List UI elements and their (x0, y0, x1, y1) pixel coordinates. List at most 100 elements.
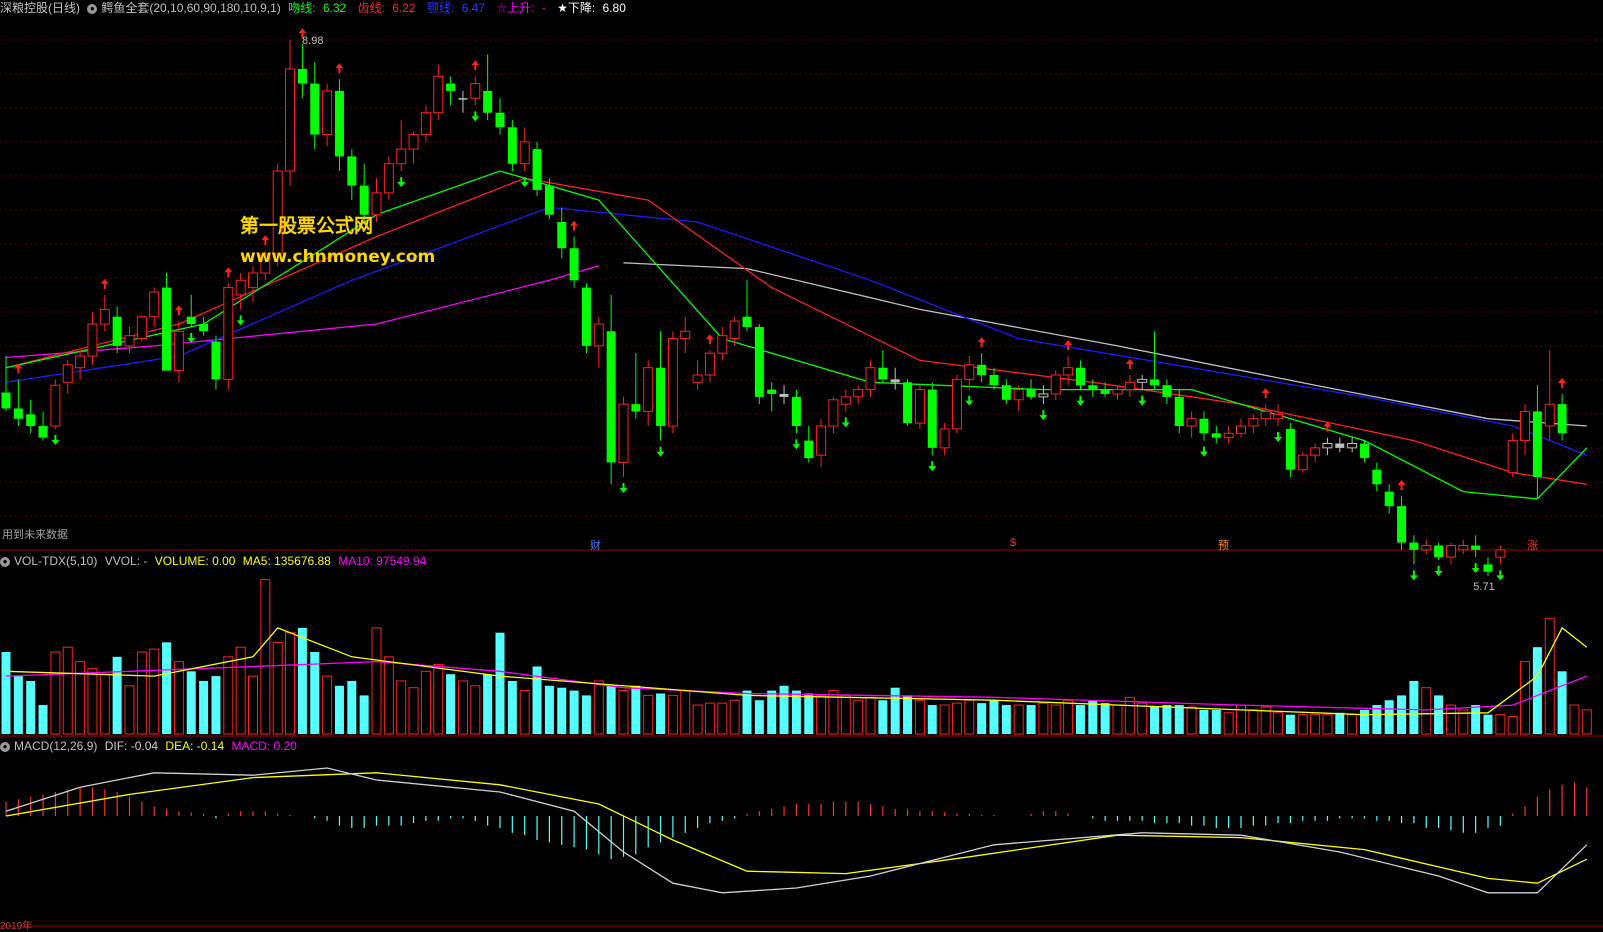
x-axis-year-label: 2019年 (0, 921, 33, 932)
macd-indicator-name[interactable]: MACD(12,26,9) (14, 739, 97, 753)
candle-body (704, 352, 715, 376)
main-chart-header: 深粮控股(日线) ● 鳄鱼全套(20,10,60,90,180,10,9,1) 吻… (0, 0, 634, 16)
up-arrow-icon (1261, 388, 1270, 399)
jaw-value: 6.47 (461, 1, 485, 15)
candle-body (964, 364, 975, 380)
candle-body (1434, 545, 1444, 558)
candle-body (446, 83, 456, 91)
candle-body (495, 112, 505, 128)
down-arrow-icon (619, 483, 628, 493)
candle-body (347, 156, 357, 186)
marker-rise[interactable]: 涨 (1527, 537, 1538, 553)
down-arrow-icon (965, 395, 974, 406)
volume-bar (865, 696, 876, 735)
volume-bar (1186, 706, 1197, 735)
candle-body (680, 330, 691, 340)
volume-bar (1211, 709, 1221, 734)
candle-body (1013, 389, 1024, 401)
volume-bar (977, 703, 987, 734)
volume-bar (371, 627, 382, 735)
teeth-label: 齿线: (357, 1, 385, 15)
candle-body (199, 324, 209, 332)
macd-toggle-icon[interactable]: ● (0, 741, 10, 752)
marker-forecast[interactable]: 预 (1218, 537, 1229, 553)
volume-bar (334, 685, 344, 734)
candle-body (939, 428, 950, 449)
indicator-name[interactable]: 鳄鱼全套(20,10,60,90,180,10,9,1) (101, 1, 280, 15)
volume-bar (1310, 714, 1321, 735)
candle-body (1273, 413, 1284, 420)
volume-bar (1507, 716, 1518, 735)
candle-body (1532, 411, 1542, 477)
candle-body (173, 330, 184, 372)
candle-body (1458, 544, 1469, 551)
candle-body (1038, 393, 1049, 398)
candle-body (334, 90, 344, 157)
candle-body (717, 335, 728, 354)
volume-bar (1013, 704, 1024, 735)
volume-bar (890, 687, 900, 734)
candle-body (223, 287, 234, 380)
marker-finance[interactable]: 财 (590, 537, 601, 553)
rise-label: ☆上升: (496, 1, 535, 15)
down-arrow-icon (656, 446, 665, 457)
candle-body (1162, 385, 1172, 397)
candle-body (1445, 544, 1456, 558)
candle-body (903, 382, 913, 424)
candle-body (1260, 410, 1271, 420)
volume-bar (211, 676, 221, 734)
volume-bar (1174, 705, 1184, 734)
candle-body (1248, 418, 1259, 427)
candle-body (631, 404, 641, 412)
volume-bar (914, 699, 925, 735)
volume-bar (186, 671, 196, 734)
volume-bar (519, 690, 530, 735)
candle-body (544, 185, 554, 215)
marker-dollar[interactable]: $ (1010, 537, 1016, 549)
candle-body (1026, 389, 1036, 397)
volume-bar (643, 694, 654, 735)
candle-body (791, 396, 801, 426)
chart-stage: 8.98 5.71 (0, 28, 1603, 927)
high-price-label: 8.98 (302, 35, 323, 47)
volume-bar (557, 687, 567, 734)
volume-bar (483, 674, 493, 734)
candle-body (310, 83, 320, 135)
down-arrow-icon (1434, 566, 1443, 577)
candle-body (951, 378, 962, 430)
down-arrow-icon (792, 439, 801, 450)
volume-bar (322, 675, 333, 735)
volume-toggle-icon[interactable]: ● (0, 556, 10, 567)
volume-bar (433, 664, 444, 735)
volume-bar (1409, 680, 1419, 734)
volume-bar (124, 685, 135, 735)
candle-body (1310, 447, 1321, 456)
candle-body (470, 83, 481, 99)
down-arrow-icon (841, 417, 850, 428)
up-arrow-icon (100, 278, 109, 289)
volume-bar (347, 680, 357, 734)
candle-body (742, 316, 752, 327)
candle-body (136, 316, 147, 340)
volume-indicator-name[interactable]: VOL-TDX(5,10) (14, 554, 97, 568)
candle-body (235, 279, 246, 296)
up-arrow-icon (570, 220, 579, 231)
candle-body (1050, 374, 1061, 395)
up-arrow-icon (1125, 359, 1134, 369)
volume-bar (544, 685, 554, 734)
candle-body (50, 384, 61, 427)
volume-bar (1569, 704, 1580, 735)
volume-bar (1124, 696, 1135, 735)
volume-bar (199, 680, 209, 734)
candle-body (816, 425, 827, 456)
symbol-name[interactable]: 深粮控股(日线) (0, 1, 80, 15)
candle-body (1285, 428, 1295, 470)
down-arrow-icon (1496, 570, 1505, 581)
indicator-toggle-icon[interactable]: ● (87, 3, 98, 14)
volume-bar (656, 693, 666, 734)
candle-body (519, 141, 530, 165)
volume-bar (1532, 647, 1542, 734)
candle-body (1088, 385, 1098, 390)
down-arrow-icon (1039, 410, 1048, 421)
candle-body (1360, 443, 1369, 459)
